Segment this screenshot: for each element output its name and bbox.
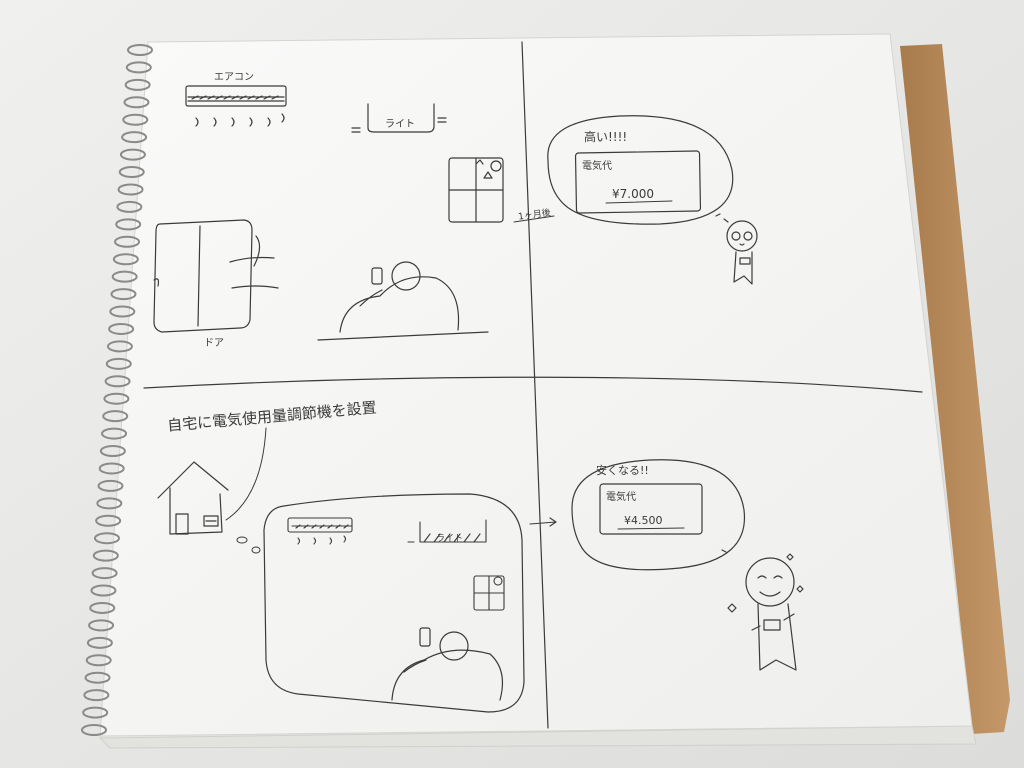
sketch-page [99, 33, 973, 737]
bill-label-new: 電気代 [606, 490, 636, 503]
bill-label: 電気代 [582, 159, 612, 172]
door-label: ドア [204, 338, 224, 349]
happy-exclaim-text: 安くなる!! [596, 463, 649, 477]
light-label: ライト [385, 118, 415, 130]
exclaim-text: 高い!!!! [584, 129, 627, 144]
light-small-label: ライト [436, 533, 463, 544]
bill-amount: ¥7.000 [612, 187, 654, 201]
bill-amount-new: ¥4.500 [624, 514, 663, 527]
notebook-photo: エアコン ライト ドア 高い!!!! 電気代 ¥7.000 1ヶ月後 自宅に電気… [0, 0, 1024, 768]
aircon-label: エアコン [214, 72, 254, 83]
